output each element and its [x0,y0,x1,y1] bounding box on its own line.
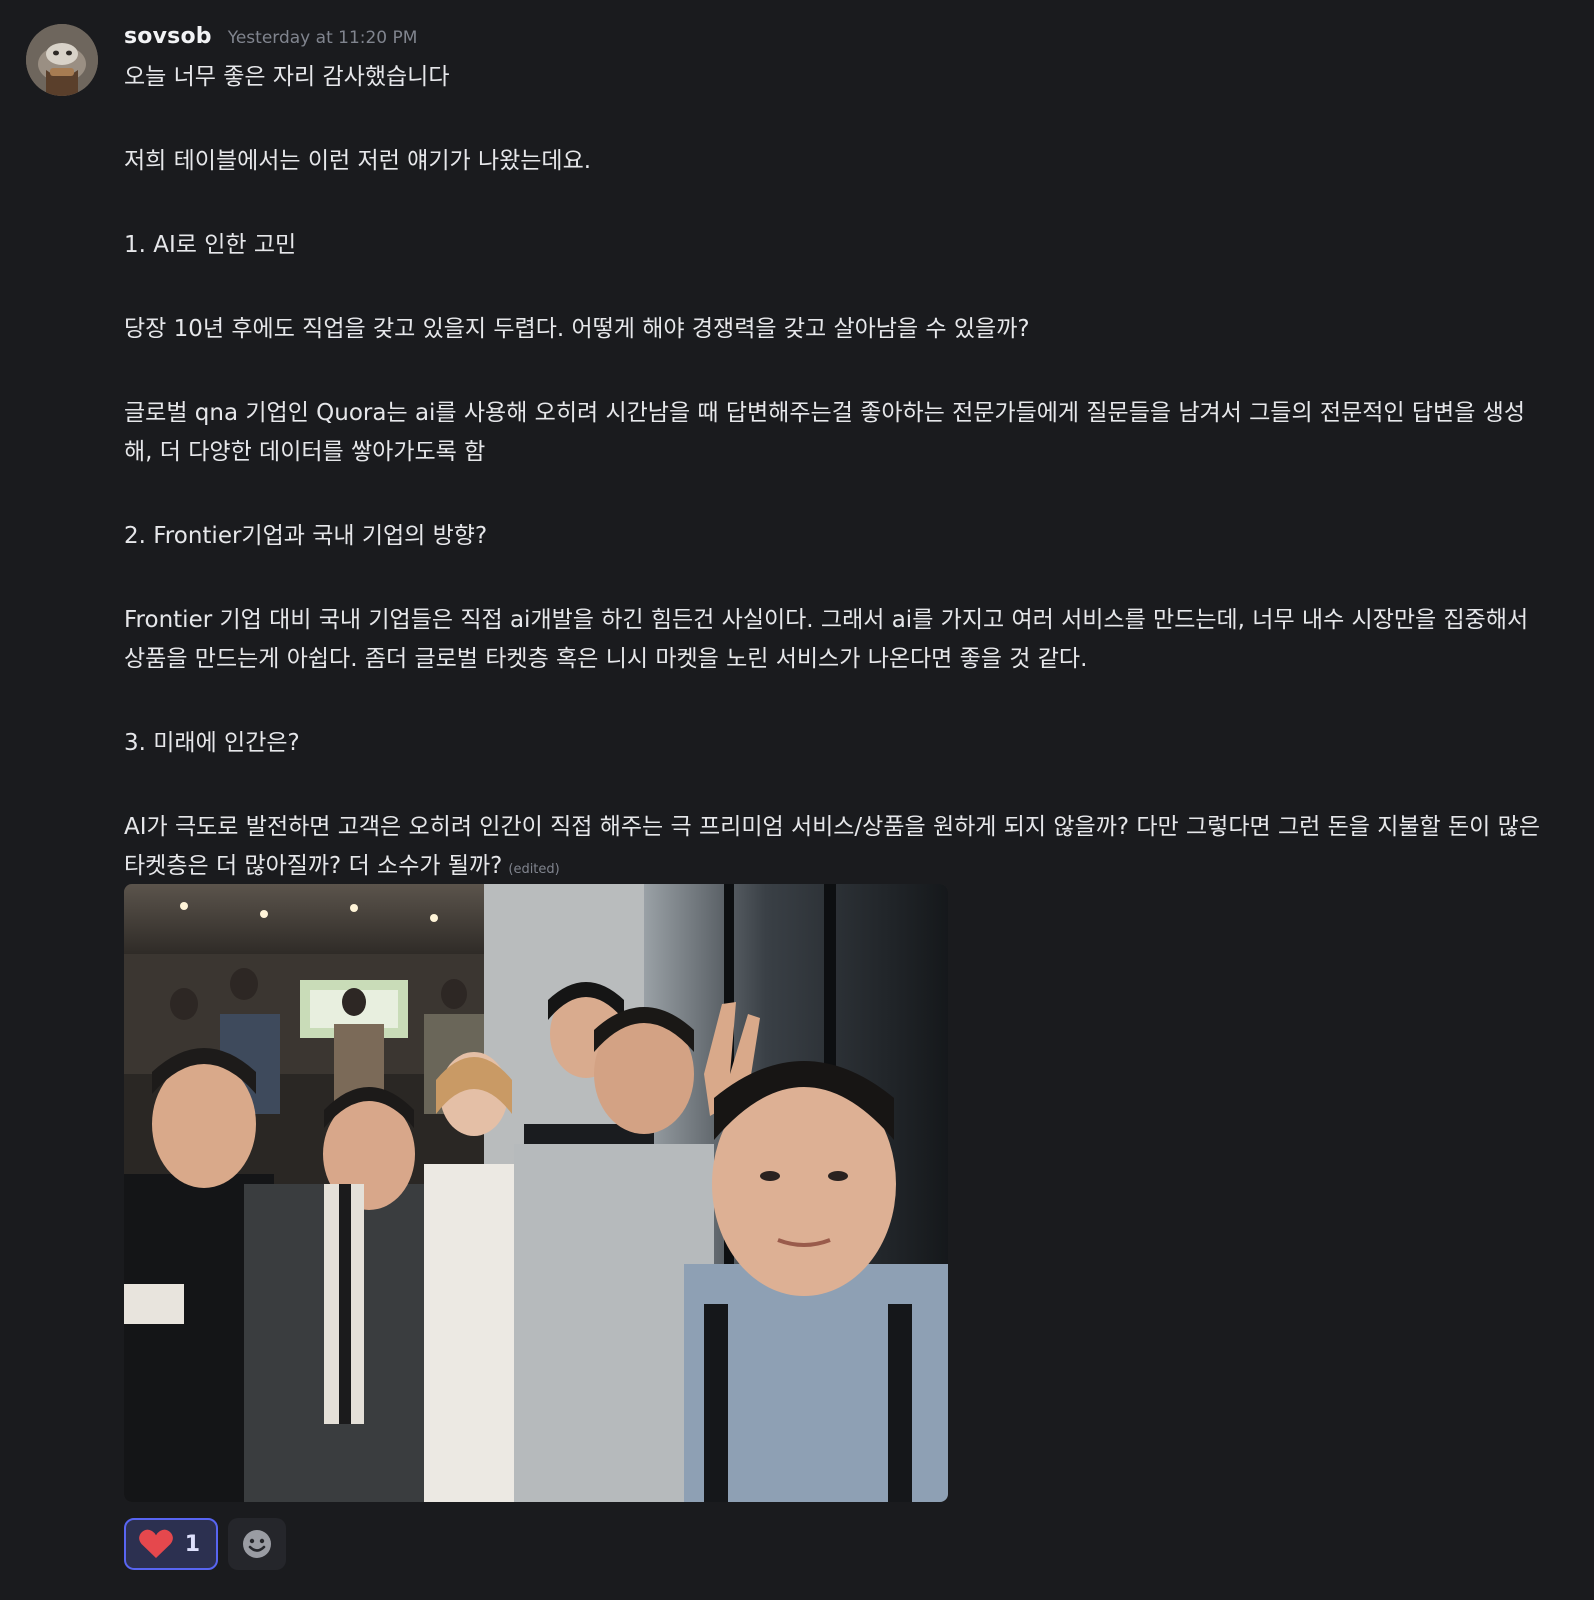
message-line-intro: 저희 테이블에서는 이런 저런 얘기가 나왔는데요. [124,148,592,174]
reaction-bar: 1 [124,1518,286,1570]
heart-icon [139,1529,173,1558]
add-reaction-button[interactable] [228,1518,286,1570]
message-content: 오늘 너무 좋은 자리 감사했습니다 저희 테이블에서는 이런 저런 얘기가 나… [124,58,1544,889]
reaction-heart[interactable]: 1 [124,1518,218,1570]
group-selfie-image [124,884,948,1502]
message-line-greeting: 오늘 너무 좋은 자리 감사했습니다 [124,64,450,90]
edited-label: (edited) [508,862,560,877]
reaction-count: 1 [184,1531,200,1557]
topic-heading-3: 3. 미래에 인간은? [124,730,300,756]
avatar-image [26,24,98,96]
timestamp[interactable]: Yesterday at 11:20 PM [228,28,418,48]
message-header: sovsob Yesterday at 11:20 PM [124,24,417,56]
topic-body-1a: 당장 10년 후에도 직업을 갖고 있을지 두렵다. 어떻게 해야 경쟁력을 갖… [124,316,1030,342]
username[interactable]: sovsob [124,24,212,49]
topic-heading-2: 2. Frontier기업과 국내 기업의 방향? [124,523,488,549]
chat-message: sovsob Yesterday at 11:20 PM 오늘 너무 좋은 자리… [0,0,1594,1600]
topic-body-1b: 글로벌 qna 기업인 Quora는 ai를 사용해 오히려 시간남을 때 답변… [124,400,1525,465]
topic-body-3-text: AI가 극도로 발전하면 고객은 오히려 인간이 직접 해주는 극 프리미엄 서… [124,814,1540,879]
add-reaction-icon [243,1530,271,1558]
attached-photo[interactable] [124,884,948,1502]
user-avatar[interactable] [26,24,98,96]
topic-body-2: Frontier 기업 대비 국내 기업들은 직접 ai개발을 하긴 힘든건 사… [124,607,1529,672]
topic-heading-1: 1. AI로 인한 고민 [124,232,297,258]
topic-body-3: AI가 극도로 발전하면 고객은 오히려 인간이 직접 해주는 극 프리미엄 서… [124,808,1544,889]
